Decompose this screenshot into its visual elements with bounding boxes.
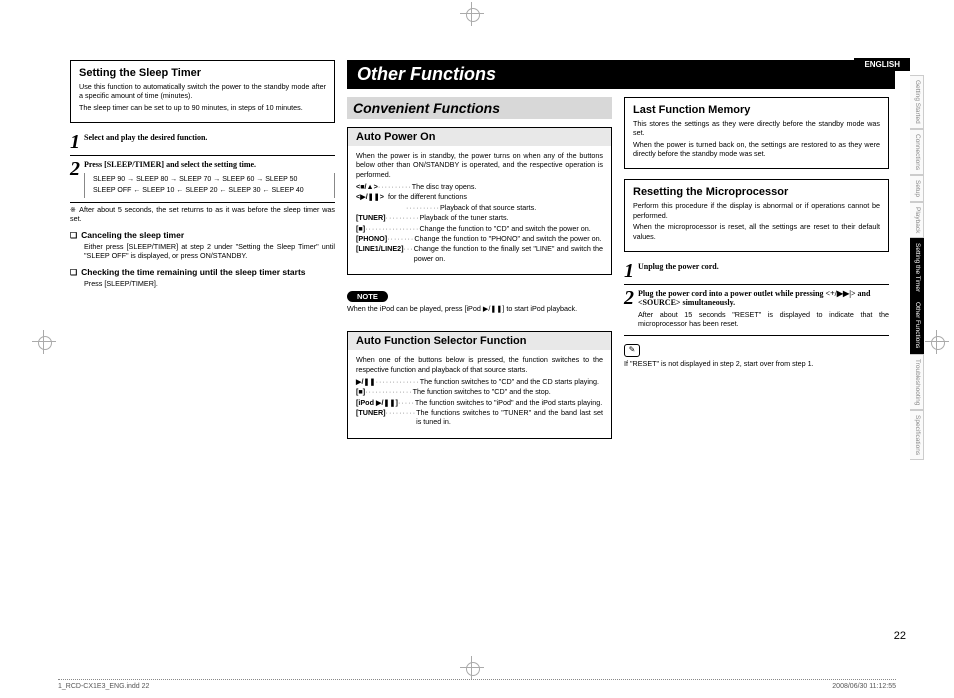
- ap-lab-2: [TUNER]: [356, 213, 386, 222]
- ap-desc-5: Change the function to "PHONO" and switc…: [414, 234, 603, 243]
- sleep-timer-box: Setting the Sleep Timer Use this functio…: [70, 60, 335, 123]
- regmark-left: [32, 330, 56, 354]
- ap-desc-3: Playback of the tuner starts.: [419, 213, 603, 222]
- cancel-heading: ❏Canceling the sleep timer: [70, 230, 335, 240]
- sleep-timer-intro2: The sleep timer can be set to up to 90 m…: [79, 103, 326, 112]
- auto-selector-box: Auto Function Selector Function When one…: [347, 331, 612, 439]
- auto-selector-intro: When one of the buttons below is pressed…: [356, 355, 603, 374]
- reset-step-2: 2 Plug the power cord into a power outle…: [624, 289, 889, 331]
- ap-lab-5: [LINE1/LINE2]: [356, 244, 404, 263]
- side-tab-3: Playback: [910, 202, 924, 238]
- sleep-sequence: SLEEP 90 → SLEEP 80 → SLEEP 70 → SLEEP 6…: [84, 173, 335, 198]
- print-footer: 1_RCD-CX1E3_ENG.indd 22 2008/06/30 11:12…: [58, 679, 896, 690]
- sleep-seq-bot: SLEEP OFF ← SLEEP 10 ← SLEEP 20 ← SLEEP …: [93, 186, 326, 197]
- ap-desc-4: Change the function to "CD" and switch t…: [419, 224, 603, 233]
- footer-left: 1_RCD-CX1E3_ENG.indd 22: [58, 683, 149, 690]
- footer-right: 2008/06/30 11:12:55: [832, 683, 896, 690]
- center-column: Convenient Functions Auto Power On When …: [347, 97, 612, 449]
- manual-page: ENGLISH Getting Started Connections Setu…: [0, 0, 954, 698]
- auto-selector-list: ▶/❚❚ ············· The function switches…: [356, 377, 603, 427]
- pencil-icon: ✎: [624, 344, 640, 357]
- regmark-bottom: [460, 656, 484, 680]
- auto-power-box: Auto Power On When the power is in stand…: [347, 127, 612, 275]
- side-tab-4: Setting the Timer: [910, 238, 924, 297]
- sleep-timer-title: Setting the Sleep Timer: [79, 67, 326, 79]
- regmark-top: [460, 2, 484, 26]
- reset-p1: Perform this procedure if the display is…: [633, 201, 880, 220]
- last-function-p1: This stores the settings as they were di…: [633, 119, 880, 138]
- auto-power-list: <■/▲> ·········· The disc tray opens. <▶…: [356, 182, 603, 263]
- ap-lab-1: <▶/❚❚>: [356, 192, 384, 201]
- reset-step-num-1: 1: [624, 262, 634, 280]
- ap-desc-6: Change the function to the finally set "…: [414, 244, 603, 263]
- step-num-2: 2: [70, 160, 80, 178]
- ap-desc-2: Playback of that source starts.: [440, 203, 603, 212]
- auto-power-intro: When the power is in standby, the power …: [356, 151, 603, 179]
- reset-after: After about 15 seconds "RESET" is displa…: [638, 310, 889, 329]
- cancel-heading-text: Canceling the sleep timer: [81, 230, 184, 240]
- reset-step-1: 1 Unplug the power cord.: [624, 262, 889, 280]
- step-1-text: Select and play the desired function.: [84, 133, 207, 142]
- as-lab-0: ▶/❚❚: [356, 377, 376, 386]
- auto-power-title: Auto Power On: [356, 131, 603, 143]
- check-text: Press [SLEEP/TIMER].: [70, 279, 335, 288]
- last-function-box: Last Function Memory This stores the set…: [624, 97, 889, 169]
- regmark-right: [925, 330, 949, 354]
- as-desc-1: The function switches to "CD" and the st…: [413, 387, 603, 396]
- side-tab-0: Getting Started: [910, 75, 924, 129]
- as-lab-3: [TUNER]: [356, 408, 386, 427]
- last-function-title: Last Function Memory: [633, 104, 880, 116]
- left-column: Setting the Sleep Timer Use this functio…: [70, 60, 335, 449]
- step-num-1: 1: [70, 133, 80, 151]
- page-number: 22: [894, 630, 906, 642]
- side-tab-1: Connections: [910, 129, 924, 175]
- ap-lab-0: <■/▲>: [356, 182, 378, 191]
- cancel-text: Either press [SLEEP/TIMER] at step 2 und…: [70, 242, 335, 261]
- as-desc-3: The functions switches to "TUNER" and th…: [416, 408, 603, 427]
- step-2-text: Press [SLEEP/TIMER] and select the setti…: [84, 160, 256, 169]
- reset-step-1-text: Unplug the power cord.: [638, 262, 719, 271]
- language-tab: ENGLISH: [854, 58, 910, 71]
- side-tab-7: Specifications: [910, 410, 924, 460]
- right-column: Last Function Memory This stores the set…: [624, 97, 889, 449]
- reset-step-2-text: Plug the power cord into a power outlet …: [638, 289, 870, 307]
- side-tab-6: Troubleshooting: [910, 354, 924, 410]
- side-tabs: Getting Started Connections Setup Playba…: [910, 75, 924, 460]
- as-lab-1: [■]: [356, 387, 365, 396]
- section-title-text: Convenient Functions: [353, 100, 606, 116]
- note-text: When the iPod can be played, press [iPod…: [347, 304, 612, 313]
- reset-p2: When the microprocessor is reset, all th…: [633, 222, 880, 241]
- note-pill: NOTE: [347, 291, 388, 302]
- step-2: 2 Press [SLEEP/TIMER] and select the set…: [70, 160, 335, 198]
- sleep-seq-top: SLEEP 90 → SLEEP 80 → SLEEP 70 → SLEEP 6…: [93, 175, 326, 186]
- step-1: 1 Select and play the desired function.: [70, 133, 335, 151]
- ap-desc-1: for the different functions: [388, 192, 603, 201]
- side-tab-2: Setup: [910, 175, 924, 202]
- check-heading: ❏Checking the time remaining until the s…: [70, 267, 335, 277]
- ap-lab-4: [PHONO]: [356, 234, 387, 243]
- ap-lab-3: [■]: [356, 224, 365, 233]
- last-function-p2: When the power is turned back on, the se…: [633, 140, 880, 159]
- sleep-note: ※ After about 5 seconds, the set returns…: [70, 205, 335, 224]
- as-lab-2: [iPod ▶/❚❚]: [356, 398, 398, 407]
- side-tab-5: Other Functions: [910, 297, 924, 353]
- as-desc-0: The function switches to "CD" and the CD…: [420, 377, 603, 386]
- auto-selector-title: Auto Function Selector Function: [356, 335, 603, 347]
- as-desc-2: The function switches to "iPod" and the …: [415, 398, 603, 407]
- reset-step-num-2: 2: [624, 289, 634, 307]
- section-title: Convenient Functions: [347, 97, 612, 119]
- ap-desc-0: The disc tray opens.: [412, 182, 603, 191]
- reset-tip: If "RESET" is not displayed in step 2, s…: [624, 359, 889, 368]
- sleep-timer-intro1: Use this function to automatically switc…: [79, 82, 326, 101]
- check-heading-text: Checking the time remaining until the sl…: [81, 267, 305, 277]
- reset-box: Resetting the Microprocessor Perform thi…: [624, 179, 889, 251]
- main-title-bar: Other Functions: [347, 60, 895, 89]
- main-area: Other Functions Convenient Functions Aut…: [347, 60, 895, 449]
- reset-title: Resetting the Microprocessor: [633, 186, 880, 198]
- main-title: Other Functions: [353, 62, 500, 87]
